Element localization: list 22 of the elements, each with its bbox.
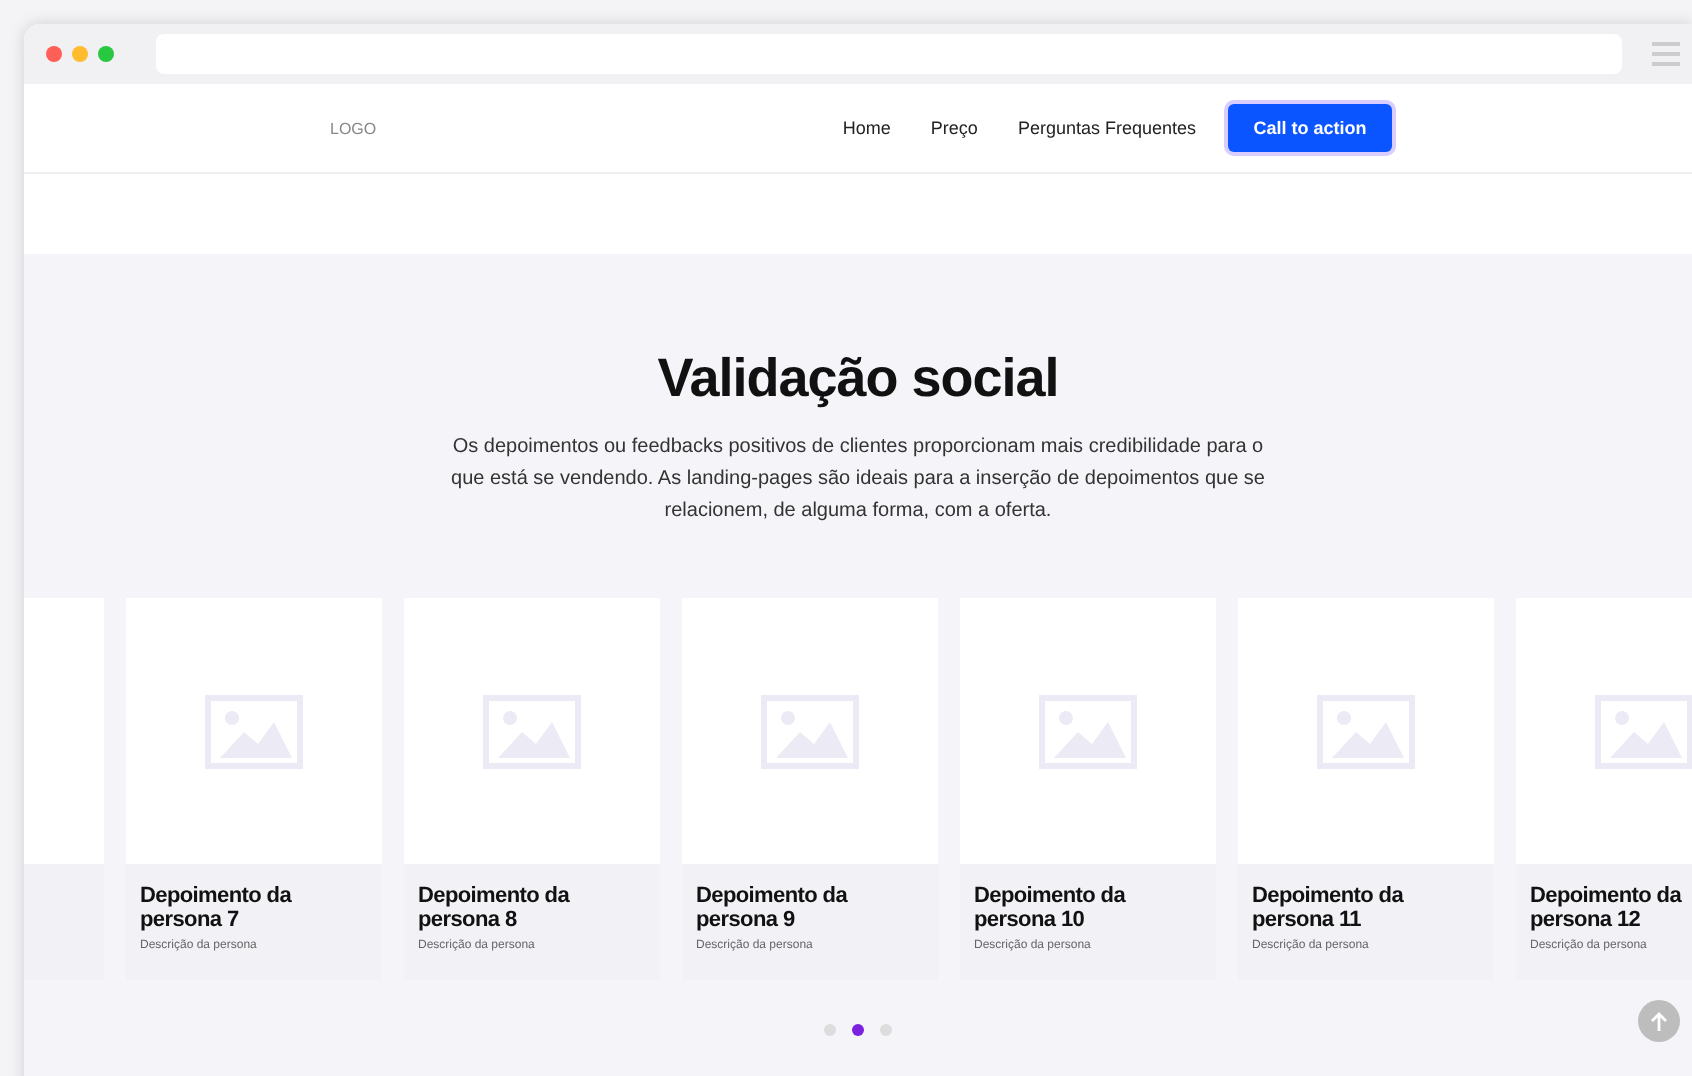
card-title: Depoimento da persona 12 <box>1530 884 1684 932</box>
maximize-icon[interactable] <box>98 46 114 62</box>
nav-link[interactable]: Home <box>842 118 891 138</box>
scroll-to-top-button[interactable] <box>1638 1000 1680 1042</box>
section-title: Validação social <box>657 348 1059 410</box>
close-icon[interactable] <box>46 46 62 62</box>
card-title: Depoimento da persona 10 <box>974 884 1128 932</box>
pagination-dot[interactable] <box>824 1024 836 1036</box>
logo[interactable]: LOGO <box>330 119 377 137</box>
card-title: Depoimento da persona 9 <box>696 884 850 932</box>
nav-link[interactable]: Preço <box>930 118 978 138</box>
arrow-up-icon <box>1650 1011 1668 1031</box>
nav-link[interactable]: Perguntas Frequentes <box>1017 118 1196 138</box>
pagination-dot[interactable] <box>880 1024 892 1036</box>
card-title: Depoimento da persona 7 <box>140 884 294 932</box>
minimize-icon[interactable] <box>72 46 88 62</box>
call-to-action-button[interactable]: Call to action <box>1228 104 1392 152</box>
pagination-dot[interactable] <box>852 1024 864 1036</box>
card-title: Depoimento da persona 8 <box>418 884 572 932</box>
section-description: Os depoimentos ou feedbacks positivos de clientes proporcionam mais credibilidade para o que está se vendendo. As landing-pages são ideais para a inserção de depoimentos que se relacionem, de alguma forma, com a oferta. <box>449 434 1267 526</box>
menu-icon[interactable] <box>1652 42 1680 66</box>
card-title: Depoimento da persona 11 <box>1252 884 1406 932</box>
